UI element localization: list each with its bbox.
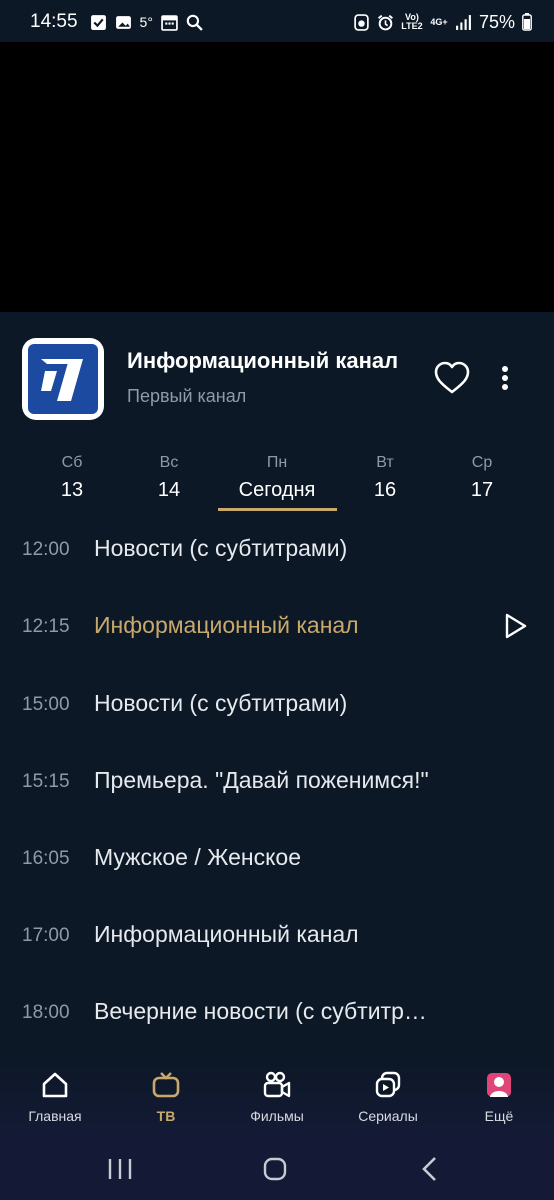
more-dot [502,384,508,390]
more-options-button[interactable] [495,363,515,393]
day-weekday: Пн [266,454,288,471]
schedule-title: Информационный канал [94,612,359,638]
schedule-row[interactable]: 18:00 Вечерние новости (с субтитр… [0,973,554,1050]
data-saver-icon [354,13,369,31]
schedule-time: 15:00 [22,694,70,715]
play-icon[interactable] [504,613,528,639]
volte-indicator: Vo) LTE2 [401,12,423,31]
schedule-row[interactable]: 17:00 Информационный канал [0,896,554,973]
day-date: 14 [157,479,181,501]
signal-icon [456,14,471,30]
schedule-row[interactable]: 16:05 Мужское / Женское [0,819,554,896]
schedule-row[interactable]: 12:00 Новости (с субтитрами) [0,510,554,587]
status-time: 14:55 [30,11,78,32]
schedule-title: Премьера. "Давай поженимся!" [94,767,429,793]
channel-logo [22,338,104,420]
home-button-icon[interactable] [260,1156,290,1182]
gallery-icon [115,15,131,29]
video-player[interactable] [0,42,554,312]
nav-label: Сериалы [358,1108,418,1124]
nav-item-more[interactable]: Ещё [444,1070,554,1124]
schedule-title: Информационный канал [94,921,359,947]
tv-icon [152,1072,180,1098]
network-type-indicator: 4G+ [430,16,448,27]
schedule-time: 16:05 [22,848,70,869]
day-tab-sun[interactable]: Вс 14 [109,448,229,502]
schedule-row[interactable]: 15:15 Премьера. "Давай поженимся!" [0,742,554,819]
series-icon [375,1071,401,1098]
nav-item-tv[interactable]: ТВ [111,1070,221,1124]
schedule-title: Новости (с субтитрами) [94,690,348,716]
more-dot [502,366,508,372]
alarm-icon [377,14,393,30]
system-navigation-bar [0,1136,554,1200]
nav-label: Главная [28,1108,82,1124]
day-weekday: Вс [159,454,179,471]
status-bar: 14:55 5° Vo) LTE2 4G+ 75% [0,0,554,44]
nav-item-movies[interactable]: Фильмы [222,1070,332,1124]
day-date: Сегодня [238,479,316,501]
day-tab-wed[interactable]: Ср 17 [422,448,542,502]
nav-label: ТВ [156,1108,176,1124]
search-icon [186,14,203,31]
nav-label: Фильмы [250,1108,304,1124]
schedule-time: 17:00 [22,925,70,946]
nav-label: Ещё [484,1108,514,1124]
day-tab-today[interactable]: Пн Сегодня [217,448,337,502]
day-weekday: Ср [471,454,493,471]
more-dot [502,375,508,381]
bottom-navigation: Главная ТВ Фильмы Сериалы Ещё [0,1060,554,1136]
schedule-time: 12:15 [22,616,70,637]
nav-item-series[interactable]: Сериалы [333,1070,443,1124]
battery-percent: 75% [478,11,515,32]
calendar-icon [161,14,178,31]
channel-name: Первый канал [127,386,247,406]
nav-item-home[interactable]: Главная [0,1070,110,1124]
schedule-time: 18:00 [22,1002,70,1023]
weather-temperature: 5° [139,14,153,30]
back-icon[interactable] [415,1156,445,1182]
battery-icon [522,13,532,31]
day-selector: Сб 13 Вс 14 Пн Сегодня Вт 16 Ср 17 [0,448,554,514]
schedule-time: 15:15 [22,771,70,792]
schedule-title: Новости (с субтитрами) [94,535,348,561]
movie-camera-icon [263,1071,291,1098]
channel-one-logo-icon [41,359,83,401]
schedule-title: Вечерние новости (с субтитр… [94,998,427,1024]
schedule-row[interactable]: 15:00 Новости (с субтитрами) [0,665,554,742]
schedule-time: 12:00 [22,539,70,560]
task-check-icon [90,14,106,30]
day-date: 17 [470,479,494,501]
schedule-title: Мужское / Женское [94,844,301,870]
home-icon [42,1072,68,1098]
program-title: Информационный канал [127,348,399,373]
recent-apps-icon[interactable] [105,1156,135,1182]
schedule-row-current[interactable]: 12:15 Информационный канал [0,587,554,664]
favorite-heart-icon[interactable] [434,361,470,395]
profile-icon [487,1073,511,1097]
